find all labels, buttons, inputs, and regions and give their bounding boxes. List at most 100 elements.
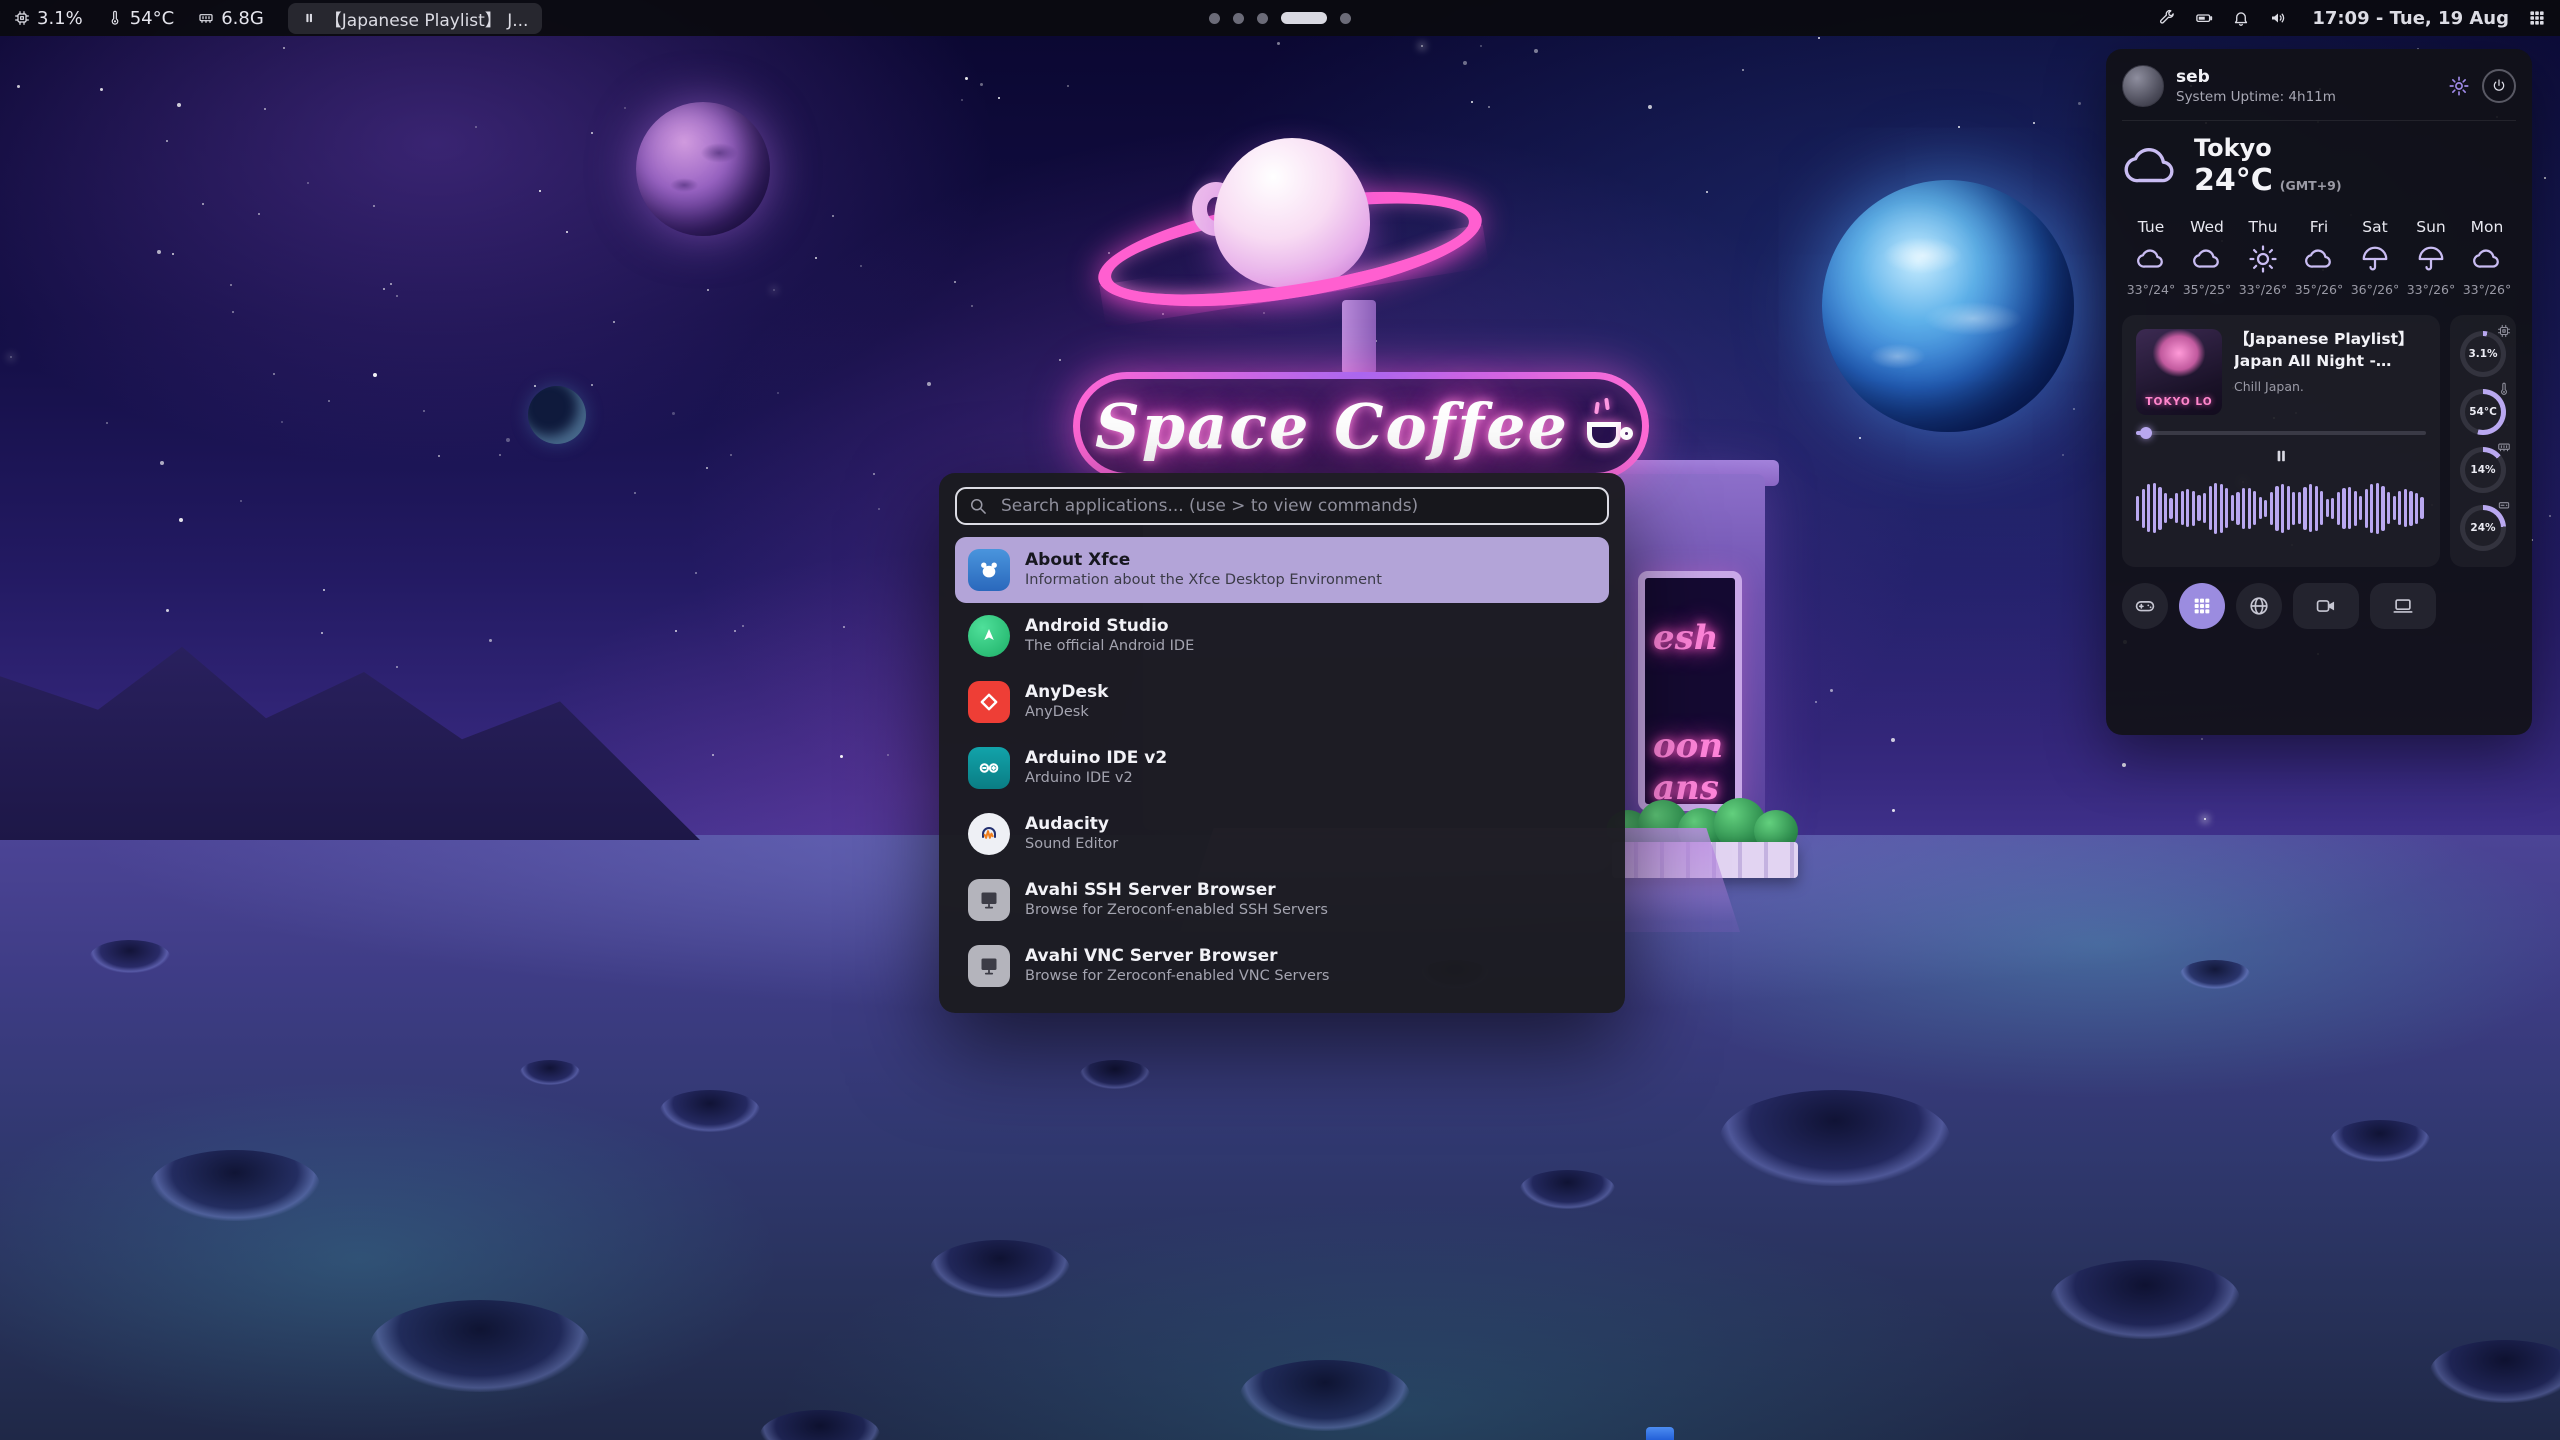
avahi-icon bbox=[968, 879, 1010, 921]
waveform-bar bbox=[2354, 491, 2357, 526]
star bbox=[534, 385, 536, 387]
star bbox=[323, 589, 325, 591]
waveform-bar bbox=[2209, 486, 2212, 530]
cpu-indicator: 3.1% bbox=[14, 8, 83, 29]
app-row-avahi-vnc[interactable]: Avahi VNC Server Browser Browse for Zero… bbox=[955, 933, 1609, 999]
cloud-icon bbox=[2122, 137, 2180, 195]
star bbox=[202, 203, 204, 205]
volume-icon[interactable] bbox=[2269, 9, 2287, 27]
star bbox=[157, 250, 161, 254]
globe-button[interactable] bbox=[2236, 583, 2282, 629]
waveform-bar bbox=[2220, 484, 2223, 533]
memory-indicator: 6.8G bbox=[198, 8, 264, 29]
star bbox=[1742, 69, 1744, 71]
star bbox=[1859, 437, 1861, 439]
app-name: About Xfce bbox=[1025, 550, 1382, 571]
now-playing-button[interactable]: 【Japanese Playlist】 J... bbox=[288, 3, 543, 34]
temp-value: 54°C bbox=[130, 8, 174, 29]
arduino-icon bbox=[968, 747, 1010, 789]
crater bbox=[2050, 1260, 2240, 1339]
sun-icon bbox=[2248, 244, 2278, 274]
star bbox=[1958, 126, 1960, 128]
workspace-dot-3[interactable] bbox=[1257, 13, 1268, 24]
album-art: TOKYO LO bbox=[2136, 329, 2222, 415]
app-row-anydesk[interactable]: AnyDesk AnyDesk bbox=[955, 669, 1609, 735]
app-row-arduino[interactable]: Arduino IDE v2 Arduino IDE v2 bbox=[955, 735, 1609, 801]
star bbox=[707, 289, 709, 291]
app-desc: AnyDesk bbox=[1025, 703, 1108, 722]
star bbox=[1463, 61, 1467, 65]
star bbox=[675, 630, 677, 632]
workspace-indicator bbox=[1209, 0, 1351, 36]
waveform-bar bbox=[2303, 487, 2306, 530]
top-bar-left: 3.1% 54°C 6.8G 【Japanese Playlist】 J... bbox=[14, 3, 542, 34]
display-button[interactable] bbox=[2370, 583, 2436, 629]
star bbox=[591, 384, 593, 386]
app-desc: Information about the Xfce Desktop Envir… bbox=[1025, 571, 1382, 590]
gamepad-button[interactable] bbox=[2122, 583, 2168, 629]
star bbox=[2078, 102, 2081, 105]
app-row-avahi-ssh[interactable]: Avahi SSH Server Browser Browse for Zero… bbox=[955, 867, 1609, 933]
shop-window: esh oon ans bbox=[1638, 571, 1742, 811]
crater bbox=[1080, 1060, 1150, 1089]
star bbox=[927, 382, 931, 386]
thermometer-icon bbox=[107, 10, 123, 26]
star bbox=[672, 412, 675, 415]
media-progress-knob[interactable] bbox=[2140, 427, 2152, 439]
app-row-audacity[interactable]: Audacity Sound Editor bbox=[955, 801, 1609, 867]
app-list: About Xfce Information about the Xfce De… bbox=[955, 537, 1609, 999]
workspace-dot-5[interactable] bbox=[1340, 13, 1351, 24]
waveform-bar bbox=[2158, 487, 2161, 530]
crater bbox=[1240, 1360, 1410, 1431]
waveform-bar bbox=[2281, 484, 2284, 533]
waveform-bar bbox=[2287, 486, 2290, 530]
waveform-bar bbox=[2231, 495, 2234, 521]
battery-icon[interactable] bbox=[2195, 9, 2213, 27]
star bbox=[1892, 809, 1895, 812]
star bbox=[843, 626, 845, 628]
star bbox=[742, 625, 744, 627]
settings-gear-icon[interactable] bbox=[2448, 75, 2470, 97]
app-launcher: About Xfce Information about the Xfce De… bbox=[939, 473, 1625, 1013]
bell-icon[interactable] bbox=[2232, 9, 2250, 27]
waveform-bar bbox=[2337, 492, 2340, 525]
star bbox=[390, 283, 392, 285]
app-desc: Browse for Zeroconf-enabled SSH Servers bbox=[1025, 901, 1328, 920]
forecast-day: Wed 35°/25° bbox=[2180, 218, 2234, 297]
search-input[interactable] bbox=[955, 487, 1609, 525]
waveform-bar bbox=[2381, 486, 2384, 531]
app-grid-icon[interactable] bbox=[2528, 9, 2546, 27]
app-row-about-xfce[interactable]: About Xfce Information about the Xfce De… bbox=[955, 537, 1609, 603]
star bbox=[773, 289, 775, 291]
apps-button[interactable] bbox=[2179, 583, 2225, 629]
waveform-bar bbox=[2203, 493, 2206, 523]
power-button[interactable] bbox=[2482, 69, 2516, 103]
small-planet bbox=[528, 386, 586, 444]
avahi-icon bbox=[968, 945, 1010, 987]
star bbox=[328, 400, 330, 402]
crater bbox=[2330, 1120, 2430, 1162]
waveform-bar bbox=[2225, 488, 2228, 528]
stat-memory: 14% bbox=[2456, 441, 2510, 499]
star bbox=[1815, 701, 1817, 703]
tools-icon[interactable] bbox=[2158, 9, 2176, 27]
star bbox=[2544, 177, 2546, 179]
waveform-bar bbox=[2270, 492, 2273, 525]
star bbox=[383, 288, 385, 290]
workspace-dot-2[interactable] bbox=[1233, 13, 1244, 24]
media-player-card: TOKYO LO 【Japanese Playlist】 Japan All N… bbox=[2122, 315, 2440, 567]
clock[interactable]: 17:09 - Tue, 19 Aug bbox=[2312, 8, 2509, 29]
star bbox=[873, 473, 875, 475]
star bbox=[283, 47, 285, 49]
waveform-bar bbox=[2404, 489, 2407, 527]
star bbox=[1818, 37, 1820, 39]
power-icon bbox=[2491, 78, 2507, 94]
workspace-dot-1[interactable] bbox=[1209, 13, 1220, 24]
pause-button[interactable] bbox=[2136, 447, 2426, 465]
media-progress-bar[interactable] bbox=[2136, 431, 2426, 435]
waveform-bar bbox=[2264, 500, 2267, 517]
screen-record-button[interactable] bbox=[2293, 583, 2359, 629]
app-row-android-studio[interactable]: Android Studio The official Android IDE bbox=[955, 603, 1609, 669]
workspace-active-pill[interactable] bbox=[1281, 12, 1327, 24]
stat-temperature: 54°C bbox=[2456, 383, 2510, 441]
